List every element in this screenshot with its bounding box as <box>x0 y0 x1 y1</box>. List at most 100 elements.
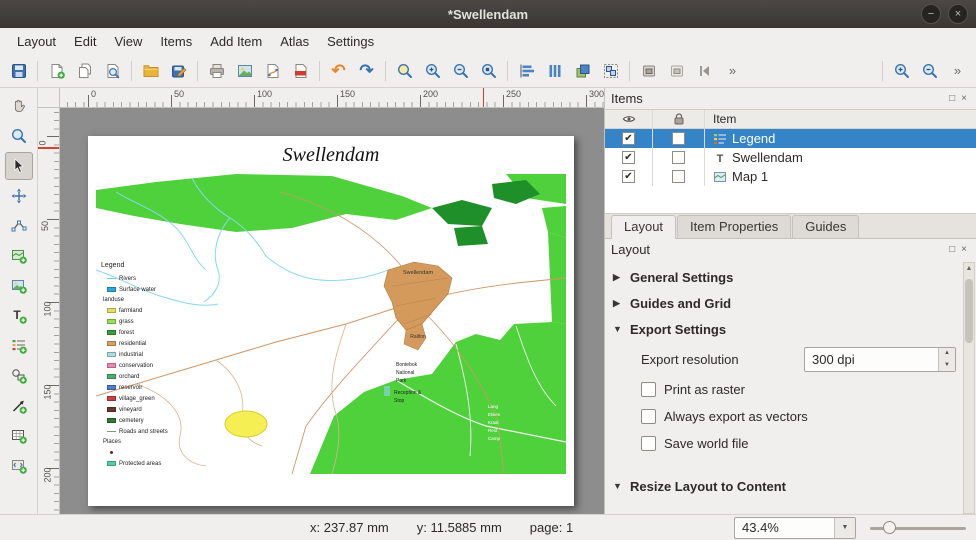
zoom-out-button[interactable] <box>916 57 943 84</box>
group-items-button[interactable] <box>597 57 624 84</box>
scrollbar-up-icon[interactable]: ▲ <box>964 263 974 275</box>
menu-layout[interactable]: Layout <box>8 30 65 53</box>
add-arrow-tool-button[interactable] <box>5 392 33 420</box>
swatch <box>107 287 116 292</box>
visibility-column-header[interactable] <box>605 110 653 128</box>
distribute-items-button[interactable] <box>541 57 568 84</box>
menu-view[interactable]: View <box>105 30 151 53</box>
add-map-tool-button[interactable] <box>5 242 33 270</box>
section-resize-layout[interactable]: ▼ Resize Layout to Content <box>613 473 956 499</box>
toolbar-overflow-right-button[interactable]: » <box>944 57 971 84</box>
items-row-legend[interactable]: ✔ Legend <box>605 129 976 148</box>
items-row-map1[interactable]: ✔ Map 1 <box>605 167 976 186</box>
align-items-button[interactable] <box>513 57 540 84</box>
undo-button[interactable]: ↶ <box>325 57 352 84</box>
export-image-button[interactable] <box>231 57 258 84</box>
unlock-items-button[interactable] <box>663 57 690 84</box>
visibility-checkbox[interactable]: ✔ <box>622 132 635 145</box>
spinner-arrows: ▲ ▼ <box>938 348 955 371</box>
zoom-actual-button[interactable] <box>475 57 502 84</box>
menu-edit[interactable]: Edit <box>65 30 105 53</box>
export-resolution-spinner[interactable]: 300 dpi ▲ ▼ <box>804 347 956 372</box>
section-general-settings[interactable]: ▶ General Settings <box>613 264 956 290</box>
zoom-tool-button[interactable] <box>5 122 33 150</box>
close-button[interactable]: × <box>948 4 968 24</box>
lock-checkbox[interactable] <box>672 170 685 183</box>
print-as-raster-checkbox[interactable] <box>641 382 656 397</box>
export-svg-button[interactable] <box>259 57 286 84</box>
raise-items-button[interactable] <box>569 57 596 84</box>
section-export-settings[interactable]: ▼ Export Settings <box>613 316 956 342</box>
menu-add-item[interactable]: Add Item <box>201 30 271 53</box>
zoom-in-button[interactable] <box>888 57 915 84</box>
edit-nodes-tool-button[interactable] <box>5 212 33 240</box>
layout-toolbox: T <box>0 88 38 514</box>
zoom-full-button[interactable] <box>391 57 418 84</box>
add-picture-tool-button[interactable] <box>5 272 33 300</box>
add-legend-tool-button[interactable] <box>5 332 33 360</box>
legend-group: landuse <box>101 295 185 305</box>
visibility-checkbox[interactable]: ✔ <box>622 151 635 164</box>
float-panel-icon[interactable]: □ <box>946 244 958 255</box>
tab-layout[interactable]: Layout <box>611 215 676 239</box>
save-as-template-button[interactable] <box>165 57 192 84</box>
duplicate-layout-button[interactable] <box>71 57 98 84</box>
toolbar-overflow-button[interactable]: » <box>719 57 746 84</box>
zoom-out-tool-button[interactable] <box>447 57 474 84</box>
zoom-in-tool-button[interactable] <box>419 57 446 84</box>
export-pdf-button[interactable] <box>287 57 314 84</box>
layout-canvas[interactable]: Swellendam <box>60 108 604 514</box>
items-row-swellendam[interactable]: ✔ TSwellendam <box>605 148 976 167</box>
map-title-item[interactable]: Swellendam <box>88 144 574 167</box>
open-folder-button[interactable] <box>137 57 164 84</box>
item-column-header[interactable]: Item <box>705 110 976 128</box>
legend-entry: Protected areas <box>101 458 185 469</box>
menu-settings[interactable]: Settings <box>318 30 383 53</box>
float-panel-icon[interactable]: □ <box>946 93 958 104</box>
scrollbar-thumb[interactable] <box>965 279 973 343</box>
move-item-content-tool-button[interactable] <box>5 182 33 210</box>
titlebar[interactable]: *Swellendam − × <box>0 0 976 28</box>
spinner-down-icon[interactable]: ▼ <box>939 359 955 371</box>
save-world-file-checkbox[interactable] <box>641 436 656 451</box>
tab-item-properties[interactable]: Item Properties <box>677 215 791 238</box>
add-table-tool-button[interactable] <box>5 422 33 450</box>
minimize-button[interactable]: − <box>921 4 941 24</box>
menu-atlas[interactable]: Atlas <box>271 30 318 53</box>
pan-tool-button[interactable] <box>5 92 33 120</box>
panel-scrollbar[interactable]: ▲ <box>963 262 975 514</box>
dropdown-arrow-icon[interactable]: ▼ <box>834 518 855 538</box>
cursor-coordinates: x: 237.87 mm y: 11.5885 mm page: 1 <box>310 520 573 535</box>
zoom-slider[interactable] <box>870 518 966 538</box>
layout-manager-button[interactable] <box>99 57 126 84</box>
ellipse-shape-item[interactable] <box>225 411 267 437</box>
redo-button[interactable]: ↷ <box>353 57 380 84</box>
zoom-level-combo[interactable]: 43.4% ▼ <box>734 517 856 539</box>
lock-items-button[interactable] <box>635 57 662 84</box>
zoom-slider-handle[interactable] <box>883 521 896 534</box>
ruler-label: 0 <box>91 89 96 99</box>
print-button[interactable] <box>203 57 230 84</box>
section-guides-and-grid[interactable]: ▶ Guides and Grid <box>613 290 956 316</box>
lock-column-header[interactable] <box>653 110 705 128</box>
save-project-button[interactable] <box>5 57 32 84</box>
close-panel-icon[interactable]: × <box>958 93 970 104</box>
add-html-tool-button[interactable] <box>5 452 33 480</box>
spinner-up-icon[interactable]: ▲ <box>939 348 955 360</box>
visibility-checkbox[interactable]: ✔ <box>622 170 635 183</box>
nav-back-button[interactable] <box>691 57 718 84</box>
always-export-vectors-checkbox[interactable] <box>641 409 656 424</box>
close-panel-icon[interactable]: × <box>958 244 970 255</box>
lock-checkbox[interactable] <box>672 151 685 164</box>
new-layout-button[interactable] <box>43 57 70 84</box>
toolbar-separator <box>197 61 198 81</box>
legend-item[interactable]: Legend Rivers Surface water landuse farm… <box>101 262 185 469</box>
add-shape-tool-button[interactable] <box>5 362 33 390</box>
layout-page[interactable]: Swellendam <box>88 136 574 506</box>
tab-guides[interactable]: Guides <box>792 215 859 238</box>
add-label-tool-button[interactable]: T <box>5 302 33 330</box>
lock-checkbox[interactable] <box>672 132 685 145</box>
select-move-item-tool-button[interactable] <box>5 152 33 180</box>
legend-entry: residential <box>101 338 185 349</box>
menu-items[interactable]: Items <box>151 30 201 53</box>
